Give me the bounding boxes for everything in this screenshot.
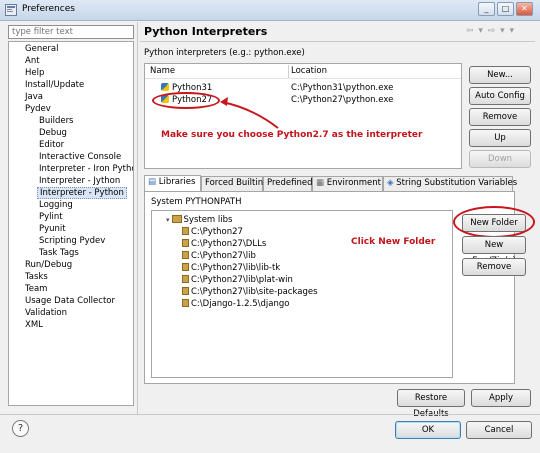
up-button[interactable]: Up: [469, 129, 531, 147]
tree-item-debug[interactable]: Debug: [39, 127, 67, 139]
interpreters-table[interactable]: Name Location Python31 C:\Python31\pytho…: [144, 63, 462, 169]
apply-button[interactable]: Apply: [471, 389, 531, 407]
remove-interpreter-button[interactable]: Remove: [469, 108, 531, 126]
filter-field[interactable]: [8, 25, 134, 39]
folder-icon: [182, 275, 189, 283]
interpreter-location: C:\Python27\python.exe: [291, 95, 394, 105]
tree-item-java[interactable]: Java: [25, 91, 43, 103]
interpreters-label: Python interpreters (e.g.: python.exe): [144, 48, 305, 58]
folder-icon: [182, 239, 189, 247]
maximize-button[interactable]: □: [497, 2, 514, 16]
annotation-circle-new-folder: [453, 206, 535, 238]
tree-item-scripting-pydev[interactable]: Scripting Pydev: [39, 235, 105, 247]
tree-item-logging[interactable]: Logging: [39, 199, 73, 211]
folder-icon: [182, 227, 189, 235]
tree-item-ant[interactable]: Ant: [25, 55, 40, 67]
header-divider: [140, 41, 535, 42]
column-header-location[interactable]: Location: [291, 66, 327, 76]
tree-item-general[interactable]: General: [25, 43, 59, 55]
folder-icon: [182, 287, 189, 295]
sash-divider[interactable]: [137, 22, 138, 415]
system-pythonpath-label: System PYTHONPATH: [151, 197, 242, 207]
column-header-name[interactable]: Name: [150, 66, 175, 76]
window-title: Preferences: [22, 4, 75, 14]
library-icon: [171, 215, 182, 223]
collapse-icon[interactable]: ▾: [166, 214, 170, 226]
annotation-choose-python27: Make sure you choose Python2.7 as the in…: [161, 130, 423, 140]
tree-item-help[interactable]: Help: [25, 67, 44, 79]
variables-icon: ◈: [387, 178, 394, 188]
down-button[interactable]: Down: [469, 150, 531, 168]
tab-string-substitution-variables[interactable]: ◈ String Substitution Variables: [383, 176, 517, 191]
tree-item-tasks[interactable]: Tasks: [25, 271, 48, 283]
tree-item-interpreter-iron-python[interactable]: Interpreter - Iron Pytho: [39, 163, 133, 175]
tree-item-xml[interactable]: XML: [25, 319, 43, 331]
folder-icon: [182, 299, 189, 307]
tree-item-interpreter-python[interactable]: Interpreter - Python: [37, 187, 127, 199]
tree-item-team[interactable]: Team: [25, 283, 47, 295]
tree-item-validation[interactable]: Validation: [25, 307, 67, 319]
new-interpreter-button[interactable]: New...: [469, 66, 531, 84]
tree-item-usage-data-collector[interactable]: Usage Data Collector: [25, 295, 115, 307]
path-item[interactable]: C:\Python27\lib\site-packages: [182, 286, 318, 298]
annotation-arrow-icon: [220, 97, 279, 129]
tab-forced-builtins[interactable]: Forced Builtins: [201, 176, 268, 191]
path-item[interactable]: C:\Python27\DLLs: [182, 238, 266, 250]
libraries-icon: ▤: [148, 177, 157, 187]
cancel-button[interactable]: Cancel: [466, 421, 532, 439]
tree-item-interactive-console[interactable]: Interactive Console: [39, 151, 121, 163]
filter-input[interactable]: [9, 26, 132, 38]
path-item[interactable]: C:\Django-1.2.5\django: [182, 298, 289, 310]
footer-divider: [0, 414, 540, 415]
tree-node-system-libs[interactable]: ▾ System libs: [166, 214, 232, 226]
python-icon: [161, 83, 169, 91]
title-bar: Preferences _ □ ✕: [0, 0, 540, 21]
interpreter-location: C:\Python31\python.exe: [291, 83, 394, 93]
path-item[interactable]: C:\Python27: [182, 226, 243, 238]
help-icon[interactable]: ?: [12, 420, 29, 437]
tree-item-interpreter-jython[interactable]: Interpreter - Jython: [39, 175, 120, 187]
restore-defaults-button[interactable]: Restore Defaults: [397, 389, 465, 419]
ok-button[interactable]: OK: [395, 421, 461, 439]
preferences-window-icon: [5, 4, 17, 16]
path-item[interactable]: C:\Python27\lib: [182, 250, 256, 262]
history-navigation[interactable]: ⇦ ▾ ⇨ ▾ ▾: [466, 26, 515, 36]
tree-item-install-update[interactable]: Install/Update: [25, 79, 84, 91]
folder-icon: [182, 251, 189, 259]
path-item[interactable]: C:\Python27\lib\lib-tk: [182, 262, 280, 274]
close-button[interactable]: ✕: [516, 2, 533, 16]
annotation-circle-python27: [152, 92, 220, 109]
new-egg-zip-button[interactable]: New Egg/Zip(s): [462, 236, 526, 266]
minimize-button[interactable]: _: [478, 2, 495, 16]
tab-libraries[interactable]: ▤ Libraries: [144, 175, 201, 191]
page-title: Python Interpreters: [144, 25, 268, 38]
annotation-click-new-folder: Click New Folder: [351, 237, 436, 247]
header-line: [145, 78, 461, 79]
tab-environment[interactable]: ▦ Environment: [312, 176, 383, 191]
environment-icon: ▦: [316, 178, 325, 188]
column-divider[interactable]: [288, 65, 289, 78]
preferences-tree[interactable]: General Ant Help Install/Update Java Pyd…: [8, 41, 134, 406]
tree-item-editor[interactable]: Editor: [39, 139, 64, 151]
tree-item-builders[interactable]: Builders: [39, 115, 74, 127]
remove-path-button[interactable]: Remove: [462, 258, 526, 276]
auto-config-button[interactable]: Auto Config: [469, 87, 531, 105]
tree-item-task-tags[interactable]: Task Tags: [39, 247, 79, 259]
tree-item-run-debug[interactable]: Run/Debug: [25, 259, 72, 271]
pythonpath-tree[interactable]: ▾ System libs C:\Python27 C:\Python27\DLL…: [151, 210, 453, 378]
path-item[interactable]: C:\Python27\lib\plat-win: [182, 274, 293, 286]
tab-predefined[interactable]: Predefined: [263, 176, 313, 191]
tree-item-pydev[interactable]: Pydev: [25, 103, 51, 115]
folder-icon: [182, 263, 189, 271]
tree-item-pyunit[interactable]: Pyunit: [39, 223, 66, 235]
tree-item-pylint[interactable]: Pylint: [39, 211, 63, 223]
